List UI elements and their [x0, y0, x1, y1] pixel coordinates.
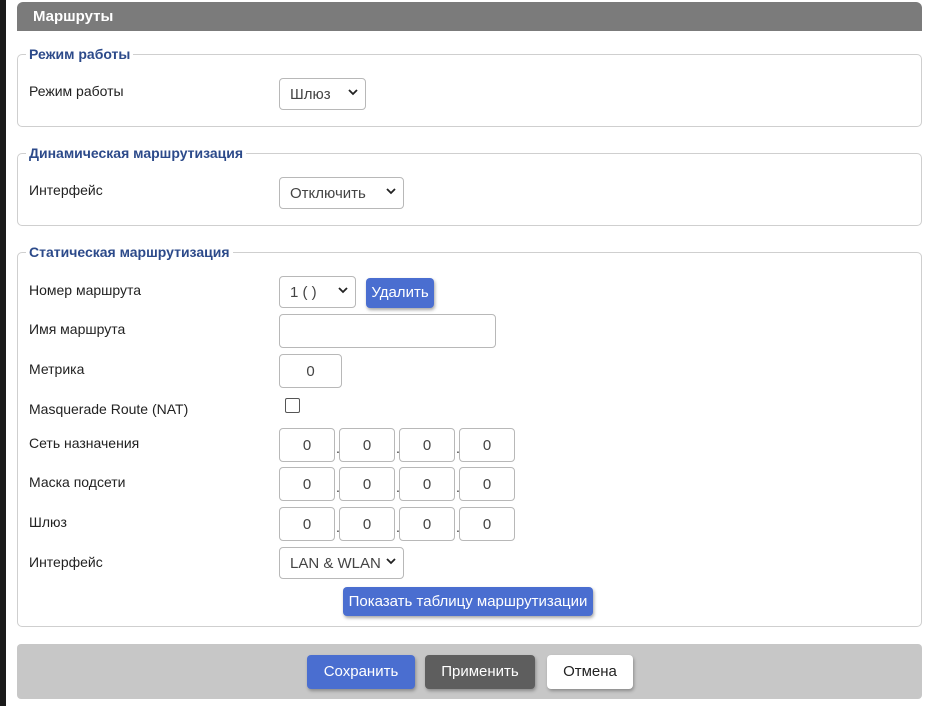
show-routing-table-button[interactable]: Показать таблицу маршрутизации [343, 587, 593, 616]
apply-button[interactable]: Применить [425, 655, 535, 689]
dynamic-routing-legend: Динамическая маршрутизация [29, 145, 244, 161]
route-number-label: Номер маршрута [29, 282, 142, 298]
nat-label: Masquerade Route (NAT) [29, 401, 189, 417]
dynamic-interface-label: Интерфейс [29, 182, 103, 198]
mode-section: Режим работы [17, 46, 922, 127]
gateway-octet-4[interactable]: 0 [459, 507, 515, 541]
route-name-label: Имя маршрута [29, 321, 126, 337]
cancel-button[interactable]: Отмена [547, 655, 633, 689]
save-button[interactable]: Сохранить [307, 655, 415, 689]
gateway-label: Шлюз [29, 514, 67, 530]
mask-octet-3[interactable]: 0 [399, 467, 455, 501]
mask-octet-4[interactable]: 0 [459, 467, 515, 501]
gateway-octet-1[interactable]: 0 [279, 507, 335, 541]
mode-select[interactable]: Шлюз [279, 78, 366, 110]
dynamic-interface-select[interactable]: Отключить [279, 177, 404, 209]
mode-select-value: Шлюз [290, 86, 331, 103]
route-name-input[interactable] [279, 314, 496, 348]
nat-checkbox[interactable] [285, 398, 300, 413]
page-title-bar: Маршруты [17, 2, 922, 31]
destination-label: Сеть назначения [29, 435, 140, 451]
mask-octet-1[interactable]: 0 [279, 467, 335, 501]
static-routing-legend: Статическая маршрутизация [29, 244, 230, 260]
dynamic-interface-value: Отключить [290, 185, 366, 202]
destination-octet-1[interactable]: 0 [279, 428, 335, 462]
subnet-mask-label: Маска подсети [29, 474, 126, 490]
static-interface-value: LAN & WLAN [290, 555, 381, 572]
gateway-octet-3[interactable]: 0 [399, 507, 455, 541]
chevron-down-icon [338, 287, 348, 294]
page-title: Маршруты [33, 8, 114, 25]
dynamic-routing-section: Динамическая маршрутизация [17, 145, 922, 226]
static-interface-label: Интерфейс [29, 554, 103, 570]
destination-octet-2[interactable]: 0 [339, 428, 395, 462]
static-interface-select[interactable]: LAN & WLAN [279, 547, 404, 579]
chevron-down-icon [386, 558, 396, 565]
left-edge-bar [0, 0, 6, 706]
destination-octet-3[interactable]: 0 [399, 428, 455, 462]
gateway-octet-2[interactable]: 0 [339, 507, 395, 541]
delete-route-button[interactable]: Удалить [366, 278, 434, 308]
route-number-value: 1 ( ) [290, 284, 317, 301]
metric-input[interactable]: 0 [279, 354, 342, 388]
mode-label: Режим работы [29, 83, 124, 99]
chevron-down-icon [386, 188, 396, 195]
chevron-down-icon [348, 89, 358, 96]
destination-octet-4[interactable]: 0 [459, 428, 515, 462]
metric-label: Метрика [29, 361, 85, 377]
mode-section-legend: Режим работы [29, 46, 131, 62]
mask-octet-2[interactable]: 0 [339, 467, 395, 501]
route-number-select[interactable]: 1 ( ) [279, 276, 356, 308]
